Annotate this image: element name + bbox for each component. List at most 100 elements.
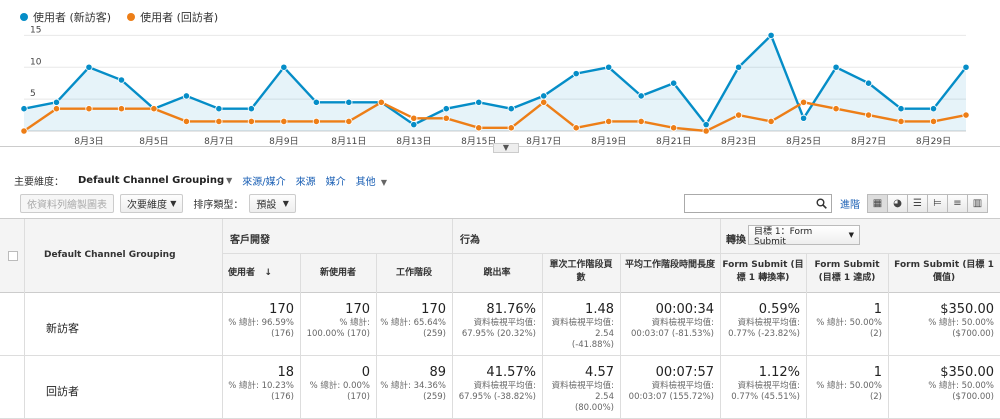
col-goal-value[interactable]: Form Submit (目標 1 價值) [890,259,998,285]
dimension-link-medium[interactable]: 媒介 [326,173,346,188]
data-point[interactable] [670,79,678,87]
data-point[interactable] [929,117,938,126]
data-point[interactable] [864,111,873,119]
data-point[interactable] [897,117,905,126]
row-dimension-label[interactable]: 回訪者 [46,383,79,399]
data-point[interactable] [605,63,613,71]
data-point[interactable] [377,98,385,106]
data-point[interactable] [702,121,710,129]
data-point[interactable] [767,117,775,126]
data-point[interactable] [475,124,483,132]
data-point[interactable] [215,105,223,113]
legend-label: 使用者 (新訪客) [33,11,112,24]
col-avg-session-duration[interactable]: 平均工作階段時間長度 [624,259,716,272]
data-point[interactable] [442,114,450,122]
col-goal-completions[interactable]: Form Submit (目標 1 達成) [808,259,886,285]
data-point[interactable] [572,124,580,132]
metric-comparison: ($700.00) [952,392,994,402]
data-point[interactable] [572,70,580,78]
col-bounce-rate[interactable]: 跳出率 [452,267,542,280]
data-point[interactable] [735,63,743,71]
data-point[interactable] [52,98,61,106]
data-point[interactable] [637,117,645,126]
sort-type-select[interactable]: 預設 ▼ [249,193,296,213]
data-point[interactable] [962,63,970,71]
term-cloud-view-icon[interactable]: ≡ [947,193,968,213]
legend-item-returning-visitors[interactable]: 使用者 (回訪者) [127,9,218,25]
pivot-view-icon[interactable]: ▥ [967,193,988,213]
data-point[interactable] [832,105,840,113]
data-point[interactable] [182,117,191,126]
data-point[interactable] [215,117,223,126]
metric-cell: 0.59% 資料檢視平均值: 0.77% (-23.82%) [720,302,800,340]
data-point[interactable] [85,105,93,113]
data-point[interactable] [540,98,548,106]
data-point[interactable] [637,92,645,100]
active-dimension[interactable]: Default Channel Grouping ▼ [74,175,232,186]
search-icon[interactable] [816,198,827,209]
data-point[interactable] [52,105,61,113]
col-new-users[interactable]: 新使用者 [300,267,376,280]
data-point[interactable] [410,121,418,129]
secondary-dimension-select[interactable]: 次要維度 ▼ [120,193,184,213]
data-point[interactable] [20,105,28,113]
dimension-column-header[interactable]: Default Channel Grouping [30,249,216,262]
data-point[interactable] [117,105,126,113]
data-point[interactable] [345,98,353,106]
data-point[interactable] [605,117,613,126]
data-point[interactable] [280,63,288,71]
legend-dot-icon [20,13,28,21]
data-point[interactable] [85,63,93,71]
data-point[interactable] [182,92,191,100]
data-point[interactable] [799,114,808,122]
advanced-filter-link[interactable]: 進階 [840,196,860,211]
data-point[interactable] [507,105,515,113]
data-point[interactable] [312,98,320,106]
data-point[interactable] [475,98,483,106]
goal-select[interactable]: 目標 1：Form Submit ▼ [748,225,860,245]
data-point[interactable] [280,117,288,126]
table-view-icon[interactable]: ▦ [867,193,888,213]
col-goal-conversion-rate[interactable]: Form Submit (目標 1 轉換率) [722,259,804,285]
dimension-link-other[interactable]: 其他 ▼ [356,173,387,188]
col-sessions[interactable]: 工作階段 [376,267,452,280]
data-point[interactable] [702,127,710,135]
data-point[interactable] [670,124,678,132]
data-point[interactable] [735,111,743,119]
data-point[interactable] [962,111,970,119]
data-point[interactable] [345,117,353,126]
data-point[interactable] [247,117,255,126]
data-point[interactable] [150,105,158,113]
data-point[interactable] [864,79,873,87]
metric-value: $350.00 [940,302,994,317]
data-point[interactable] [929,105,938,113]
data-point[interactable] [540,92,548,100]
metric-cell: 89% 總計: 34.36% (259) [376,365,446,403]
data-point[interactable] [767,31,775,39]
collapse-chart-icon[interactable]: ▼ [493,143,519,153]
performance-view-icon[interactable]: ☰ [907,193,928,213]
data-point[interactable] [442,105,450,113]
data-point[interactable] [410,114,418,122]
row-dimension-label[interactable]: 新訪客 [46,320,79,336]
data-point[interactable] [507,124,515,132]
plot-rows-button[interactable]: 依資料列繪製圖表 [20,193,114,213]
comparison-view-icon[interactable]: ⊨ [927,193,948,213]
data-point[interactable] [247,105,255,113]
data-point[interactable] [117,76,126,84]
dimension-link-source[interactable]: 來源 [296,173,316,188]
col-users[interactable]: 使用者 ↓ [222,267,300,280]
metric-value: 89 [429,365,446,380]
dimension-link-source-medium[interactable]: 來源/媒介 [242,173,285,188]
metric-comparison: (176) [271,392,294,402]
table-search-input[interactable] [684,193,832,213]
data-point[interactable] [799,98,808,106]
col-pages-per-session[interactable]: 單次工作階段頁數 [546,259,616,285]
data-point[interactable] [20,127,28,135]
pie-view-icon[interactable]: ◕ [887,193,908,213]
data-point[interactable] [897,105,905,113]
data-point[interactable] [832,63,840,71]
select-all-checkbox[interactable] [8,251,18,261]
data-point[interactable] [312,117,320,126]
legend-item-new-visitors[interactable]: 使用者 (新訪客) [20,9,111,25]
